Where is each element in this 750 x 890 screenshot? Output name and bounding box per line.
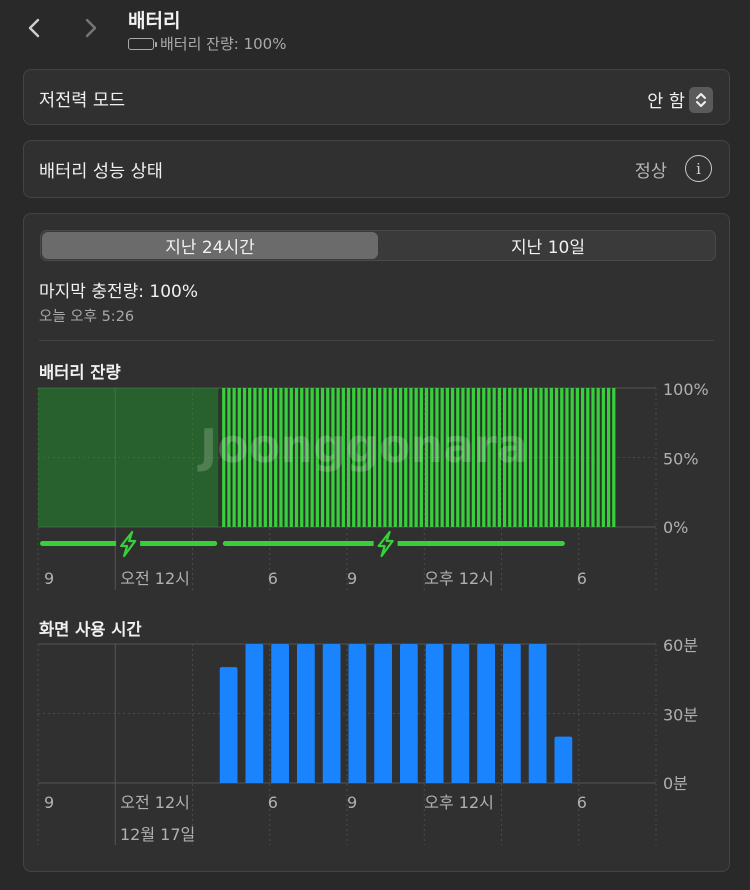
screen-time-bar [322, 644, 341, 783]
battery-x-tick-label: 9 [44, 569, 54, 588]
battery-y-tick-label: 50% [663, 450, 699, 469]
screen-x-tick-label: 9 [44, 793, 54, 812]
battery-x-tick-label: 6 [268, 569, 278, 588]
battery-x-tick-label: 9 [347, 569, 357, 588]
screen-time-bar [528, 644, 547, 783]
screen-time-bar [554, 736, 573, 783]
screen-time-bar [400, 644, 418, 783]
battery-bar [549, 388, 553, 527]
battery-bar [591, 388, 595, 527]
screen-y-tick-label: 30분 [663, 706, 698, 725]
screen-time-bar [477, 644, 495, 783]
battery-bar [544, 388, 548, 527]
battery-x-tick-label: 오전 12시 [120, 569, 190, 588]
watermark: Joonggonara [197, 419, 528, 473]
battery-bar [554, 388, 559, 527]
screen-time-bar [245, 644, 264, 783]
screen-x-tick-label: 6 [577, 793, 587, 812]
screen-time-bar [271, 644, 289, 783]
screen-x-tick-label: 9 [347, 793, 357, 812]
screen-x-tick-label: 오후 12시 [424, 793, 494, 812]
battery-bar [570, 388, 574, 527]
battery-bar [575, 388, 579, 527]
screen-time-bar [297, 644, 315, 783]
battery-x-tick-label: 오후 12시 [424, 569, 494, 588]
charging-region [38, 388, 219, 527]
battery-y-tick-label: 0% [663, 518, 688, 537]
screen-time-bar [374, 644, 392, 783]
battery-bar [528, 388, 533, 527]
screen-time-bar [219, 667, 238, 783]
charts: 100%50%0%9 오전 12시 6 9 오후 12시 6Joonggonara60분3… [37, 380, 709, 845]
screen-time-bar [451, 644, 470, 783]
battery-bar [596, 388, 600, 527]
battery-y-tick-label: 100% [663, 380, 709, 399]
battery-bar [580, 388, 585, 527]
screen-time-bar [503, 644, 521, 783]
battery-bar [586, 388, 590, 527]
battery-x-tick-label: 6 [577, 569, 587, 588]
battery-bar [534, 388, 538, 527]
screen-date-label: 12월 17일 [120, 825, 195, 844]
battery-bar [539, 388, 543, 527]
screen-x-tick-label: 오전 12시 [120, 793, 190, 812]
battery-bar [612, 388, 616, 527]
battery-bar [565, 388, 569, 527]
screen-y-tick-label: 0분 [663, 774, 688, 793]
screen-time-bar [425, 644, 444, 783]
battery-bar [560, 388, 564, 527]
screen-y-tick-label: 60분 [663, 636, 698, 655]
battery-bar [606, 388, 611, 527]
screen-time-bar [348, 644, 367, 783]
battery-bar [601, 388, 605, 527]
screen-x-tick-label: 6 [268, 793, 278, 812]
